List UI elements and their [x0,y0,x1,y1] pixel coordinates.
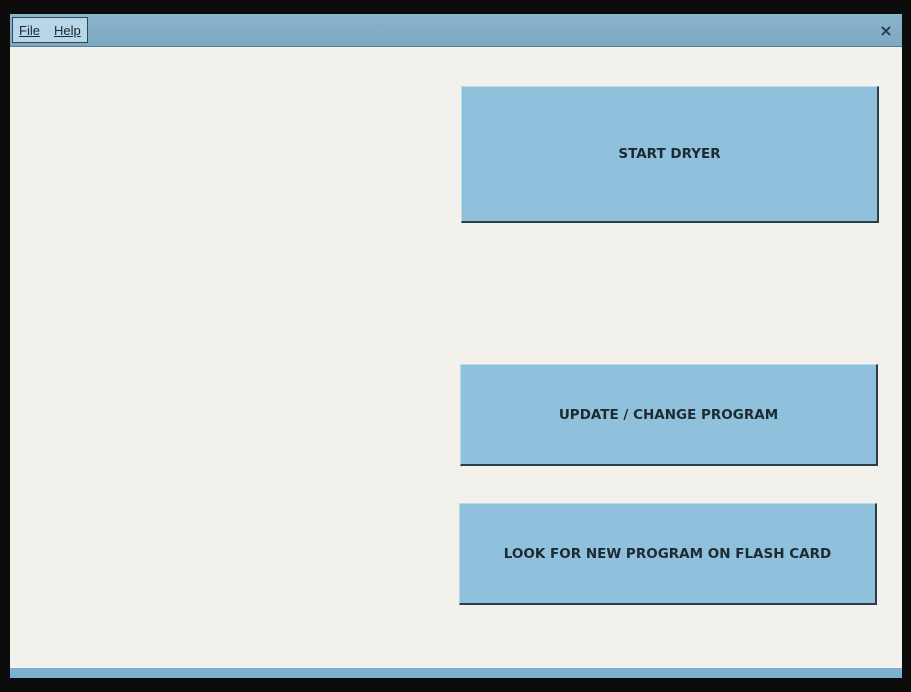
main-content: START DRYER UPDATE / CHANGE PROGRAM LOOK… [10,47,902,668]
start-dryer-button[interactable]: START DRYER [461,86,879,223]
screen: File Help × START DRYER UPDATE / CHANGE … [10,14,902,678]
menu-bar: File Help × [10,14,902,47]
menu-group: File Help [12,17,88,43]
menu-help[interactable]: Help [54,23,81,38]
monitor-bezel: File Help × START DRYER UPDATE / CHANGE … [0,0,911,692]
menu-file[interactable]: File [19,23,40,38]
update-change-program-button[interactable]: UPDATE / CHANGE PROGRAM [460,364,878,466]
bottom-strip [10,668,902,678]
look-for-new-program-button[interactable]: LOOK FOR NEW PROGRAM ON FLASH CARD [459,503,877,605]
close-icon[interactable]: × [876,20,896,40]
